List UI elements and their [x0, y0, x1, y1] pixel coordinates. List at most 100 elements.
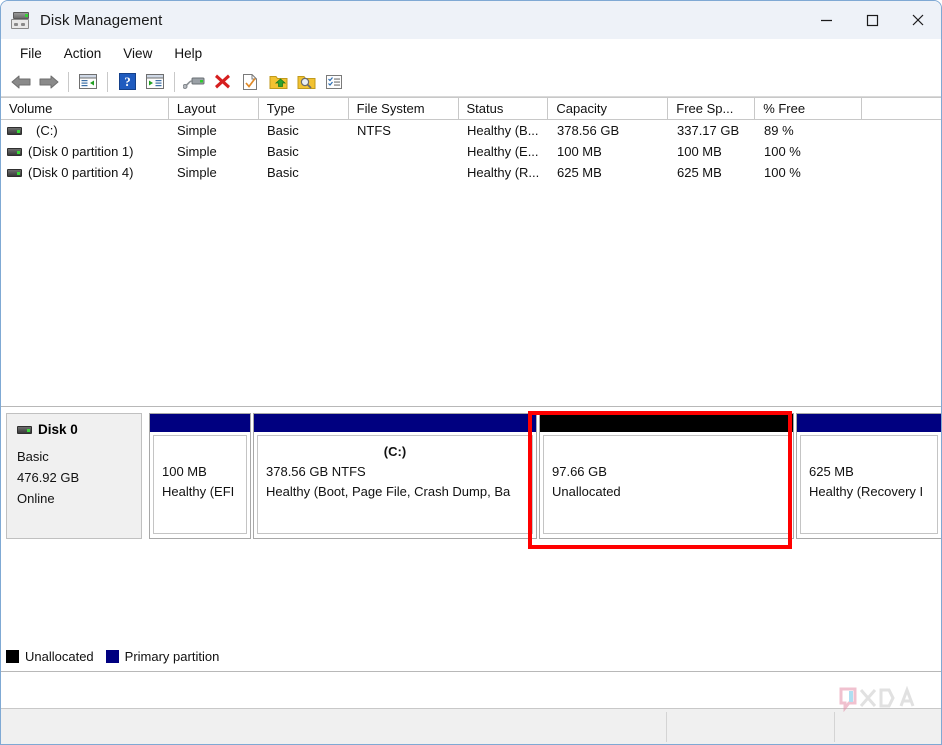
svg-text:?: ? [124, 74, 131, 89]
volume-label: (C:) [36, 123, 58, 138]
file-system-cell: NTFS [357, 123, 391, 138]
maximize-button[interactable] [849, 1, 895, 39]
status-bar [1, 708, 941, 744]
layout-cell: Simple [177, 165, 217, 180]
column-header-file-system[interactable]: File System [349, 98, 459, 119]
explore-volume-icon[interactable] [293, 70, 319, 94]
partition-body-efi: 100 MB Healthy (EFI [153, 435, 247, 534]
rescan-disks-icon[interactable] [181, 70, 207, 94]
disk-graphical-pane: Disk 0 Basic 476.92 GB Online 100 MB Hea… [1, 407, 941, 672]
back-arrow-icon[interactable] [8, 70, 34, 94]
partition-color-bar-recovery [797, 414, 941, 432]
toolbar: ? [1, 67, 941, 97]
close-button[interactable] [895, 1, 941, 39]
volume-list-pane: Volume Layout Type File System Status Ca… [1, 97, 941, 407]
menu-item-help[interactable]: Help [163, 43, 213, 64]
column-header-layout[interactable]: Layout [169, 98, 259, 119]
disk-title: Disk 0 [17, 422, 141, 437]
disk-row-0: Disk 0 Basic 476.92 GB Online 100 MB Hea… [6, 413, 941, 539]
capacity-cell: 378.56 GB [557, 123, 620, 138]
partition-size-unallocated: 97.66 GB [552, 464, 607, 479]
legend: Unallocated Primary partition [6, 645, 231, 667]
partition-unallocated[interactable]: 97.66 GB Unallocated [539, 413, 794, 539]
partition-status-efi: Healthy (EFI [162, 484, 235, 499]
status-bar-separator-1 [666, 712, 667, 742]
show-action-pane-icon[interactable] [142, 70, 168, 94]
volume-label: (Disk 0 partition 4) [28, 165, 134, 180]
forward-arrow-icon[interactable] [36, 70, 62, 94]
window-frame: Disk Management File Action View Help ? … [0, 0, 942, 745]
legend-label-primary: Primary partition [124, 648, 220, 664]
free-space-cell: 100 MB [677, 144, 722, 159]
legend-swatch-primary [105, 649, 119, 663]
partition-label-c: (C:) [383, 444, 407, 459]
toolbar-separator-3 [174, 71, 175, 92]
table-row[interactable]: (Disk 0 partition 4) Simple Basic Health… [1, 162, 941, 183]
menu-item-view[interactable]: View [112, 43, 163, 64]
volume-cell: (Disk 0 partition 1) [1, 141, 169, 162]
volume-list-body: (C:) Simple Basic NTFS Healthy (B... 378… [1, 120, 941, 183]
partition-c[interactable]: (C:) 378.56 GB NTFS Healthy (Boot, Page … [253, 413, 537, 539]
column-header-status[interactable]: Status [459, 98, 549, 119]
menu-item-action[interactable]: Action [53, 43, 113, 64]
column-header-percent-free[interactable]: % Free [755, 98, 863, 119]
partition-body-recovery: 625 MB Healthy (Recovery I [800, 435, 938, 534]
column-header-capacity[interactable]: Capacity [548, 98, 669, 119]
volume-label: (Disk 0 partition 1) [28, 144, 134, 159]
partition-color-bar-efi [150, 414, 250, 432]
legend-swatch-unallocated [6, 649, 19, 663]
percent-free-cell: 89 % [764, 123, 794, 138]
column-header-volume[interactable]: Volume [1, 98, 169, 119]
capacity-cell: 100 MB [557, 144, 602, 159]
type-cell: Basic [267, 144, 299, 159]
status-bar-separator-2 [834, 712, 835, 742]
partition-body-c: (C:) 378.56 GB NTFS Healthy (Boot, Page … [257, 435, 533, 534]
status-cell: Healthy (R... [467, 165, 540, 180]
show-hide-console-tree-icon[interactable] [75, 70, 101, 94]
percent-free-cell: 100 % [764, 144, 801, 159]
capacity-cell: 625 MB [557, 165, 602, 180]
drive-icon [7, 147, 22, 156]
partition-size-recovery: 625 MB [809, 464, 854, 479]
properties-icon[interactable] [237, 70, 263, 94]
list-view-icon[interactable] [321, 70, 347, 94]
drive-icon [7, 126, 22, 135]
window-controls [803, 1, 941, 39]
free-space-cell: 337.17 GB [677, 123, 740, 138]
volume-cell: (C:) [1, 120, 169, 141]
table-row[interactable]: (C:) Simple Basic NTFS Healthy (B... 378… [1, 120, 941, 141]
partition-size-efi: 100 MB [162, 464, 207, 479]
disk-status: Online [17, 491, 55, 506]
partition-status-unallocated: Unallocated [552, 484, 621, 499]
column-header-extra[interactable] [862, 98, 941, 119]
type-cell: Basic [267, 123, 299, 138]
table-row[interactable]: (Disk 0 partition 1) Simple Basic Health… [1, 141, 941, 162]
toolbar-separator-1 [68, 71, 69, 92]
drive-icon [17, 425, 32, 434]
delete-volume-icon[interactable] [209, 70, 235, 94]
disk-info-panel[interactable]: Disk 0 Basic 476.92 GB Online [6, 413, 142, 539]
partition-color-bar-c [254, 414, 536, 432]
partition-recovery[interactable]: 625 MB Healthy (Recovery I [796, 413, 941, 539]
disk-size: 476.92 GB [17, 470, 80, 485]
minimize-button[interactable] [803, 1, 849, 39]
legend-item-primary-partition: Primary partition [105, 648, 220, 664]
volume-cell: (Disk 0 partition 4) [1, 162, 169, 183]
menu-item-file[interactable]: File [9, 43, 53, 64]
partition-color-bar-unallocated [540, 414, 793, 432]
title-bar: Disk Management [1, 1, 941, 39]
column-header-free-space[interactable]: Free Sp... [668, 98, 756, 119]
status-cell: Healthy (B... [467, 123, 539, 138]
partition-size-c: 378.56 GB NTFS [266, 464, 366, 479]
column-header-type[interactable]: Type [259, 98, 349, 119]
volume-list-header: Volume Layout Type File System Status Ca… [1, 97, 941, 120]
legend-item-unallocated: Unallocated [6, 649, 94, 664]
drive-icon [7, 168, 22, 177]
partition-body-unallocated: 97.66 GB Unallocated [543, 435, 790, 534]
help-icon[interactable]: ? [114, 70, 140, 94]
partition-efi[interactable]: 100 MB Healthy (EFI [149, 413, 251, 539]
extend-volume-icon[interactable] [265, 70, 291, 94]
layout-cell: Simple [177, 123, 217, 138]
disk-drive-icon [11, 11, 31, 29]
disk-name: Disk 0 [38, 422, 78, 437]
